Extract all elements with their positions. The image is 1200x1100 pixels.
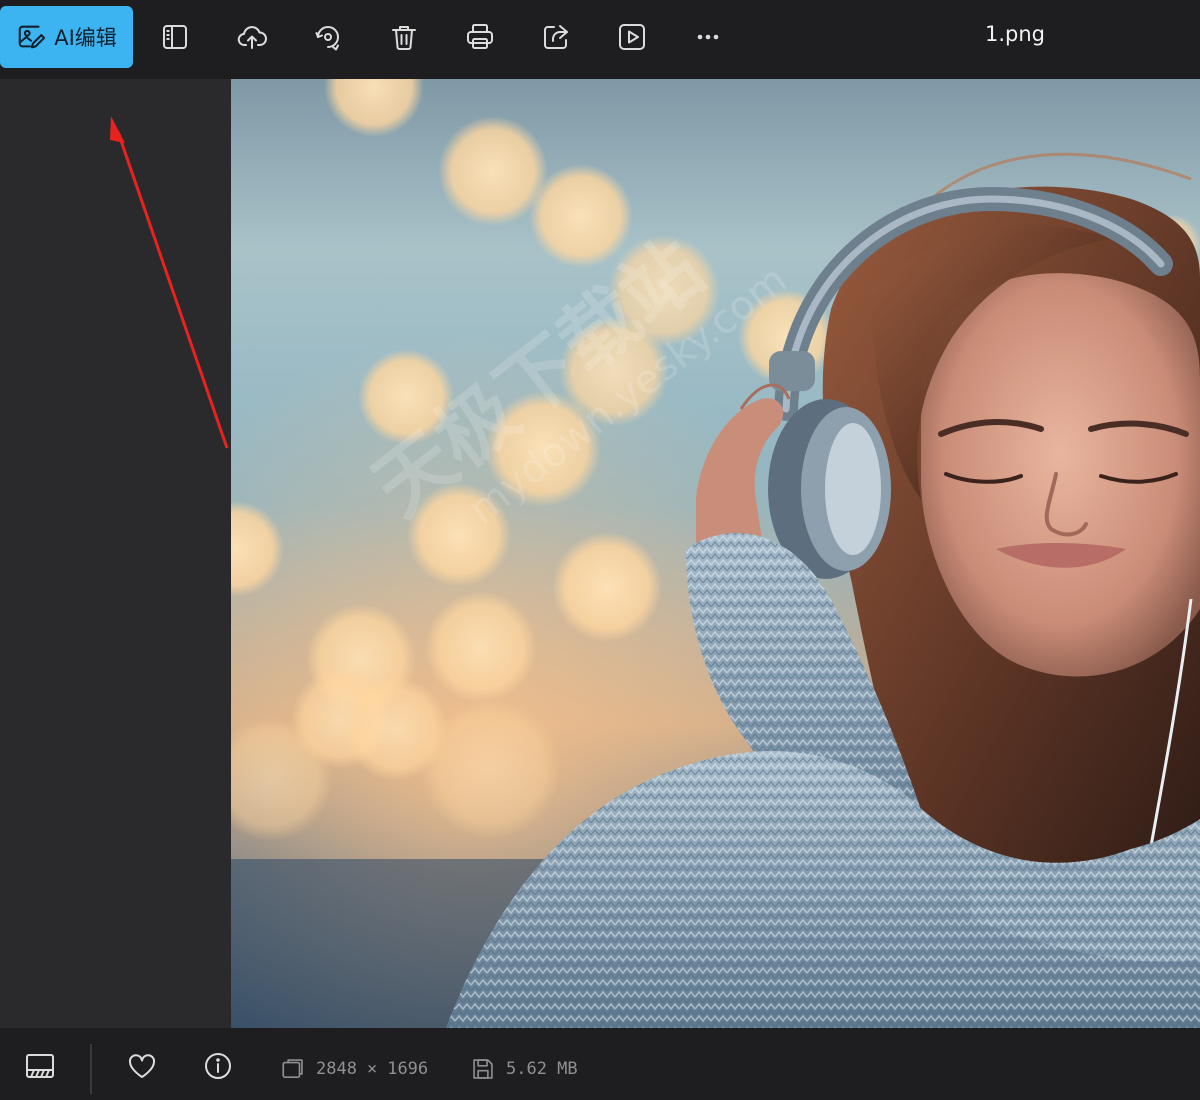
image-dimensions: 2848 × 1696 — [280, 1056, 428, 1082]
slideshow-play-icon — [619, 24, 645, 50]
rotate-icon — [315, 26, 339, 51]
save-disk-icon — [473, 1059, 493, 1079]
share-button[interactable] — [536, 17, 576, 57]
file-size: 5.62 MB — [506, 1059, 578, 1079]
info-button[interactable] — [200, 1048, 236, 1084]
info-icon — [205, 1053, 231, 1079]
file-name-title: 1.png — [984, 22, 1045, 46]
status-divider — [90, 1044, 92, 1094]
image-width: 2848 — [316, 1059, 357, 1079]
photo-woman-headphones: 天极下载站 mydown.yesky.com — [231, 79, 1200, 1028]
cloud-upload-icon — [237, 26, 267, 49]
file-size-info: 5.62 MB — [470, 1056, 578, 1082]
ai-edit-label: AI编辑 — [54, 26, 117, 50]
side-panel — [0, 79, 231, 1028]
image-height: 1696 — [387, 1059, 429, 1079]
image-edit-icon — [18, 25, 46, 49]
trash-icon — [392, 26, 416, 50]
more-icon — [697, 34, 719, 40]
panel-toggle-button[interactable] — [155, 17, 195, 57]
ai-edit-button[interactable]: AI编辑 — [0, 6, 133, 68]
print-icon — [467, 24, 493, 49]
filmstrip-toggle-button[interactable] — [22, 1048, 58, 1084]
image-viewport[interactable]: 天极下载站 mydown.yesky.com — [231, 79, 1200, 1028]
dimensions-icon — [282, 1059, 303, 1078]
cloud-upload-button[interactable] — [232, 17, 272, 57]
top-toolbar: AI编辑 1.png — [0, 0, 1200, 79]
heart-icon — [128, 1054, 156, 1078]
dimension-separator: × — [366, 1059, 378, 1079]
delete-button[interactable] — [384, 17, 424, 57]
panel-toggle-icon — [163, 25, 187, 49]
filmstrip-icon — [26, 1054, 54, 1078]
status-bar: 2848 × 1696 5.62 MB — [0, 1028, 1200, 1100]
rotate-button[interactable] — [308, 17, 348, 57]
print-button[interactable] — [460, 17, 500, 57]
slideshow-button[interactable] — [612, 17, 652, 57]
more-button[interactable] — [688, 17, 728, 57]
favorite-button[interactable] — [124, 1048, 160, 1084]
share-icon — [544, 25, 568, 49]
